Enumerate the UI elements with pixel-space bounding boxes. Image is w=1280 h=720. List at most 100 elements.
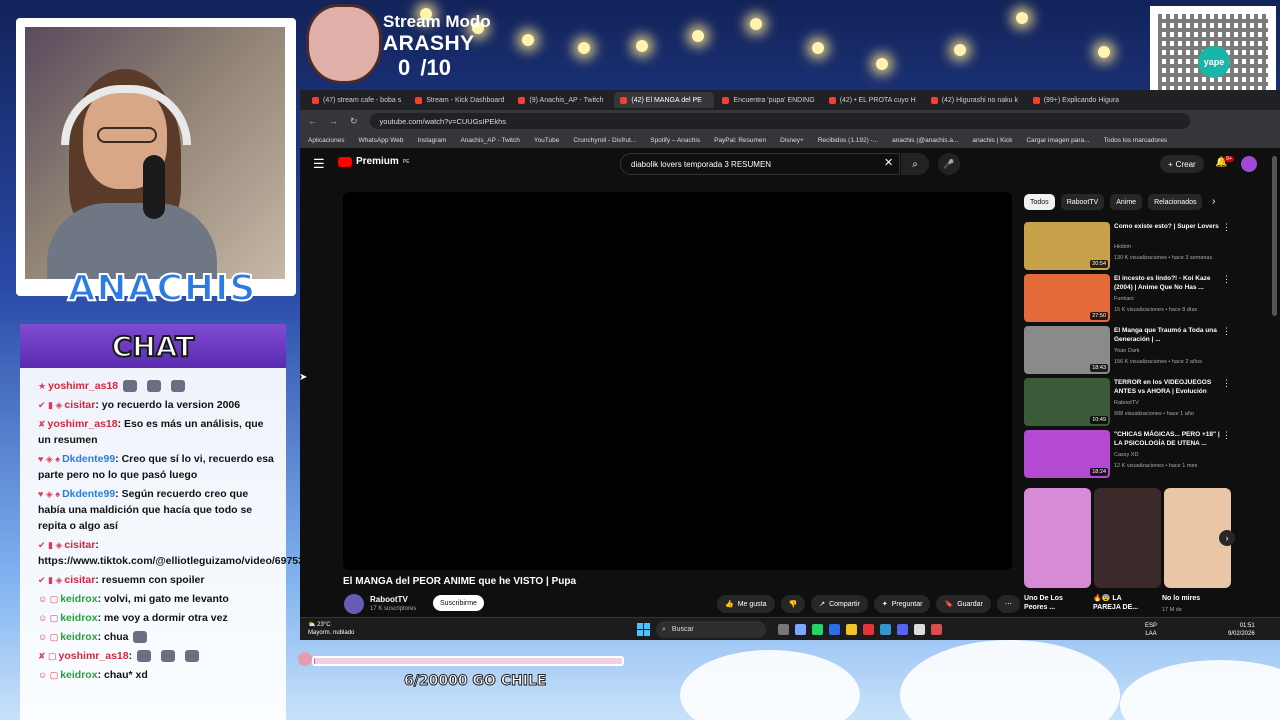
menu-icon[interactable]: ☰ [313,156,325,172]
video-thumbnail[interactable]: 27:50 [1024,274,1110,322]
chat-username[interactable]: cisitar [64,574,95,586]
video-channel[interactable]: Cassy XD [1114,452,1138,458]
video-thumbnail[interactable]: 10:49 [1024,378,1110,426]
video-title[interactable]: TERROR en los VIDEOJUEGOS ANTES vs AHORA… [1114,378,1224,396]
chat-username[interactable]: cisitar [64,399,95,411]
task-view-icon[interactable] [778,624,789,635]
bookmark-item[interactable]: Disney+ [780,137,804,144]
browser-tab[interactable]: Encuentra 'pupa' ENDING [716,92,820,108]
bookmark-item[interactable]: Todos los marcadores [1104,137,1168,144]
browser-tab[interactable]: Stream - Kick Dashboard [409,92,510,108]
more-vert-icon[interactable]: ⋮ [1222,378,1231,389]
dislike-button[interactable]: 👎 [780,595,806,613]
bookmark-item[interactable]: Anachis_AP - Twitch [460,137,519,144]
filter-chip[interactable]: Relacionados [1148,194,1203,210]
browser-tab[interactable]: (42) • EL PROTA cuyo H [823,92,923,108]
video-title[interactable]: El incesto es lindo?! - Koi Kaze (2004) … [1114,274,1224,292]
bookmark-item[interactable]: PayPal: Resumen [714,137,766,144]
forward-icon[interactable]: → [329,116,338,126]
filter-chip[interactable]: Todos [1024,194,1055,210]
chat-username[interactable]: yoshimr_as18 [48,380,118,392]
share-button[interactable]: ↗ Compartir [811,595,868,613]
like-button[interactable]: 👍 Me gusta [717,595,775,613]
more-vert-icon[interactable]: ⋮ [1222,326,1231,337]
back-icon[interactable]: ← [308,116,317,126]
capcut-icon[interactable] [914,624,925,635]
bookmark-item[interactable]: Instagram [418,137,447,144]
channel-avatar[interactable] [344,594,364,614]
search-button[interactable]: ⌕ [901,153,929,175]
reload-icon[interactable]: ↻ [350,116,358,127]
adobe-icon[interactable] [863,624,874,635]
video-channel[interactable]: RabootTV [1114,400,1139,406]
page-scrollbar[interactable] [1272,156,1277,316]
video-channel[interactable]: Yoan Dark [1114,348,1139,354]
obs-icon[interactable] [931,624,942,635]
whatsapp-icon[interactable] [812,624,823,635]
browser-tab[interactable]: (47) stream cafe - boba s [306,92,407,108]
recommended-video[interactable]: 18:43 El Manga que Traumó a Toda una Gene… [1024,326,1238,374]
url-input[interactable]: youtube.com/watch?v=CUUGsIPEkhs [369,113,1190,129]
taskbar-clock[interactable]: 01:51 9/02/2026 [1228,622,1255,638]
app-icon[interactable] [829,624,840,635]
bookmark-item[interactable]: Aplicaciones [308,137,345,144]
create-button[interactable]: + Crear [1160,155,1204,173]
recommended-video[interactable]: 20:54 Como existe esto? | Super Lovers Hio… [1024,222,1238,270]
recommended-video[interactable]: 10:49 TERROR en los VIDEOJUEGOS ANTES vs … [1024,378,1238,426]
chat-username[interactable]: yoshimr_as18 [59,650,129,662]
bookmark-item[interactable]: Crunchyroll - Disfrut... [573,137,636,144]
bookmark-item[interactable]: anachis (@anachis.a... [892,137,958,144]
clear-search-icon[interactable]: ✕ [884,156,893,169]
bookmark-item[interactable]: Cargar imagen para... [1026,137,1089,144]
filter-chip[interactable]: Anime [1110,194,1143,210]
file-explorer-icon[interactable] [846,624,857,635]
video-channel[interactable]: Funkani [1114,296,1134,302]
browser-tab[interactable]: (99+) Explicando Higura [1027,92,1127,108]
recommended-video[interactable]: 27:50 El incesto es lindo?! - Koi Kaze (2… [1024,274,1238,322]
subscribe-button[interactable]: Suscribirme [433,595,484,611]
short-title[interactable]: No lo mires [1162,594,1218,603]
ask-button[interactable]: ✦ Preguntar [873,595,931,613]
video-title[interactable]: El Manga que Traumó a Toda una Generació… [1114,326,1224,344]
video-title[interactable]: "CHICAS MÁGICAS... PERO +18" | LA PSICOL… [1114,430,1224,448]
weather-widget[interactable]: ⛅ 23°C Mayorm. nublado [308,621,354,637]
chat-username[interactable]: Dkdente99 [62,453,115,465]
chat-username[interactable]: yoshimr_as18 [48,418,118,430]
bookmark-item[interactable]: anachis | Kick [972,137,1012,144]
video-thumbnail[interactable]: 18:43 [1024,326,1110,374]
browser-tab[interactable]: (9) Anachis_AP - Twitch [512,92,612,108]
short-title[interactable]: 🔥😨 LA PAREJA DE... [1093,594,1149,612]
bookmark-item[interactable]: WhatsApp Web [359,137,404,144]
short-thumbnail[interactable] [1094,488,1161,588]
taskbar-search[interactable]: ⌕ Buscar [656,621,766,638]
browser-tab[interactable]: (42) Higurashi no naku k [925,92,1025,108]
channel-name[interactable]: RabootTV [370,595,408,604]
chat-username[interactable]: keidrox [60,593,97,605]
account-avatar[interactable] [1241,156,1257,172]
video-channel[interactable]: Hiobim [1114,244,1131,250]
chat-username[interactable]: cisitar [64,539,95,551]
more-vert-icon[interactable]: ⋮ [1222,430,1231,441]
bookmark-item[interactable]: Spotify – Anachis [650,137,700,144]
discord-icon[interactable] [897,624,908,635]
video-player[interactable] [343,192,1012,570]
video-title[interactable]: Como existe esto? | Super Lovers [1114,222,1224,231]
chrome-icon[interactable] [795,624,806,635]
more-vert-icon[interactable]: ⋮ [1222,222,1231,233]
chat-username[interactable]: keidrox [60,669,97,681]
bookmark-item[interactable]: Recibidos (1.192) -... [818,137,878,144]
short-title[interactable]: Uno De Los Peores ... [1024,594,1080,612]
more-actions-button[interactable]: ⋯ [996,595,1020,613]
windows-start-icon[interactable] [637,623,650,636]
video-thumbnail[interactable]: 18:24 [1024,430,1110,478]
chat-username[interactable]: keidrox [60,631,97,643]
short-thumbnail[interactable] [1024,488,1091,588]
filter-chip[interactable]: RabootTV [1060,194,1105,210]
recommended-video[interactable]: 18:24 "CHICAS MÁGICAS... PERO +18" | LA P… [1024,430,1238,478]
bookmark-item[interactable]: YouTube [534,137,560,144]
more-vert-icon[interactable]: ⋮ [1222,274,1231,285]
search-input[interactable]: diabolik lovers temporada 3 RESUMEN [620,153,900,175]
save-button[interactable]: 🔖 Guardar [936,595,991,613]
app-icon-2[interactable] [880,624,891,635]
language-indicator[interactable]: ESP LAA [1145,622,1157,638]
